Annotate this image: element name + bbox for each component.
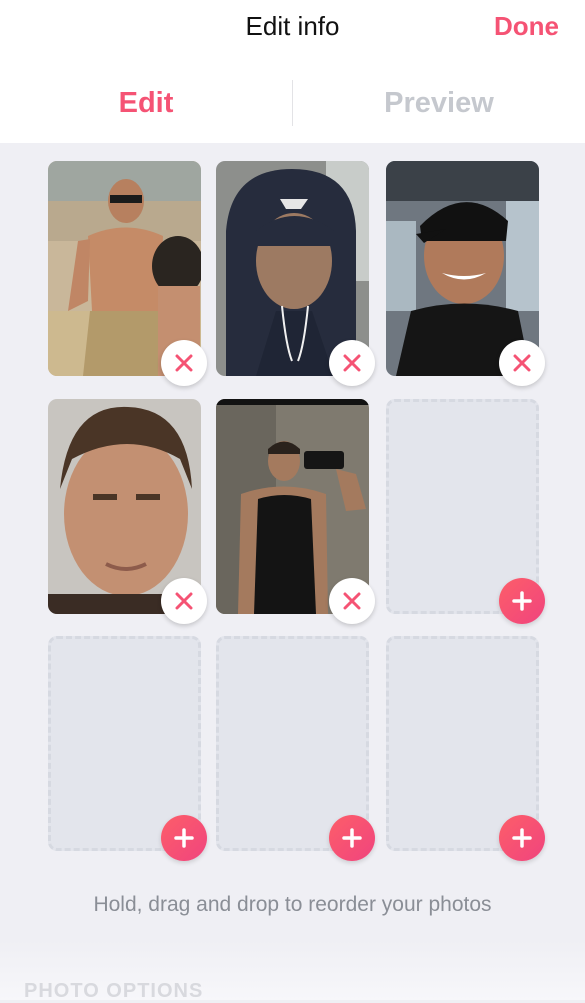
add-photo-button[interactable] [161, 815, 207, 861]
add-photo-button[interactable] [329, 815, 375, 861]
photo-slot-7[interactable] [48, 636, 207, 861]
photo-slot-3[interactable] [386, 161, 545, 386]
photo-slot-8[interactable] [216, 636, 375, 861]
photo-slot-5[interactable] [216, 399, 375, 624]
add-photo-button[interactable] [499, 815, 545, 861]
remove-photo-button[interactable] [499, 340, 545, 386]
remove-photo-button[interactable] [329, 340, 375, 386]
plus-icon [512, 591, 532, 611]
photo-slot-6[interactable] [386, 399, 545, 624]
close-icon [513, 354, 531, 372]
plus-icon [512, 828, 532, 848]
reorder-hint: Hold, drag and drop to reorder your phot… [93, 893, 492, 916]
photo-slot-2[interactable] [216, 161, 375, 386]
plus-icon [174, 828, 194, 848]
tab-edit[interactable]: Edit [0, 72, 292, 134]
done-button[interactable]: Done [494, 0, 559, 52]
close-icon [343, 354, 361, 372]
photo-slot-1[interactable] [48, 161, 207, 386]
top-bar: Edit info Done Edit Preview [0, 0, 585, 143]
tab-preview[interactable]: Preview [293, 72, 585, 134]
photo-slot-9[interactable] [386, 636, 545, 861]
remove-photo-button[interactable] [161, 578, 207, 624]
plus-icon [342, 828, 362, 848]
close-icon [175, 592, 193, 610]
add-photo-button[interactable] [499, 578, 545, 624]
remove-photo-button[interactable] [329, 578, 375, 624]
close-icon [175, 354, 193, 372]
close-icon [343, 592, 361, 610]
photo-slot-4[interactable] [48, 399, 207, 624]
remove-photo-button[interactable] [161, 340, 207, 386]
